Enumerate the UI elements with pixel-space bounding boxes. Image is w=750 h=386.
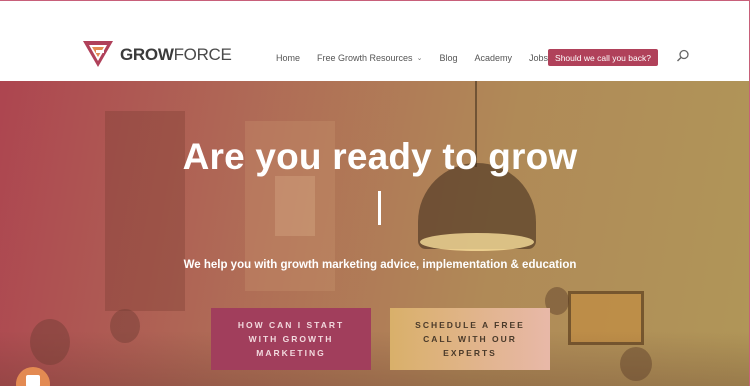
logo-text-light: FORCE <box>173 44 232 64</box>
person-silhouette <box>620 347 652 381</box>
nav-item-label: Blog <box>439 53 458 63</box>
site-header: GROWFORCE Home Free Growth Resources ⌄ Bl… <box>6 9 744 81</box>
logo-mark-icon <box>83 41 113 67</box>
hero-subtitle: We help you with growth marketing advice… <box>183 259 577 271</box>
logo[interactable]: GROWFORCE <box>82 39 232 69</box>
logo-wordmark: GROWFORCE <box>120 46 232 63</box>
person-silhouette <box>110 309 140 343</box>
chat-icon <box>26 375 40 386</box>
page-frame: GROWFORCE Home Free Growth Resources ⌄ Bl… <box>0 0 750 386</box>
hero-section: Are you ready to grow We help you with g… <box>0 81 749 386</box>
nav-item-blog[interactable]: Blog <box>439 53 457 63</box>
hero-title: Are you ready to grow <box>182 136 578 177</box>
search-icon[interactable] <box>676 49 690 63</box>
nav-item-label: Home <box>276 53 301 63</box>
logo-text-bold: GROW <box>120 44 174 64</box>
schedule-call-button[interactable]: SCHEDULE A FREE CALL WITH OUR EXPERTS <box>390 308 550 370</box>
chevron-down-icon: ⌄ <box>416 55 423 62</box>
nav-item-home[interactable]: Home <box>276 53 300 63</box>
call-back-button[interactable]: Should we call you back? <box>548 49 658 66</box>
nav-item-academy[interactable]: Academy <box>474 53 512 63</box>
nav-item-label: Free Growth Resources <box>317 53 413 63</box>
nav-item-jobs[interactable]: Jobs <box>529 53 548 63</box>
nav-item-label: Jobs <box>528 53 548 63</box>
start-growth-marketing-button[interactable]: HOW CAN I START WITH GROWTH MARKETING <box>211 308 371 370</box>
nav-item-label: Academy <box>474 53 512 63</box>
lamp-glow <box>420 233 534 251</box>
typing-cursor <box>378 191 381 225</box>
main-nav: Home Free Growth Resources ⌄ Blog Academy… <box>276 48 565 68</box>
nav-item-free-growth-resources[interactable]: Free Growth Resources ⌄ <box>317 53 422 63</box>
background-window <box>275 176 315 236</box>
person-silhouette <box>30 319 70 365</box>
